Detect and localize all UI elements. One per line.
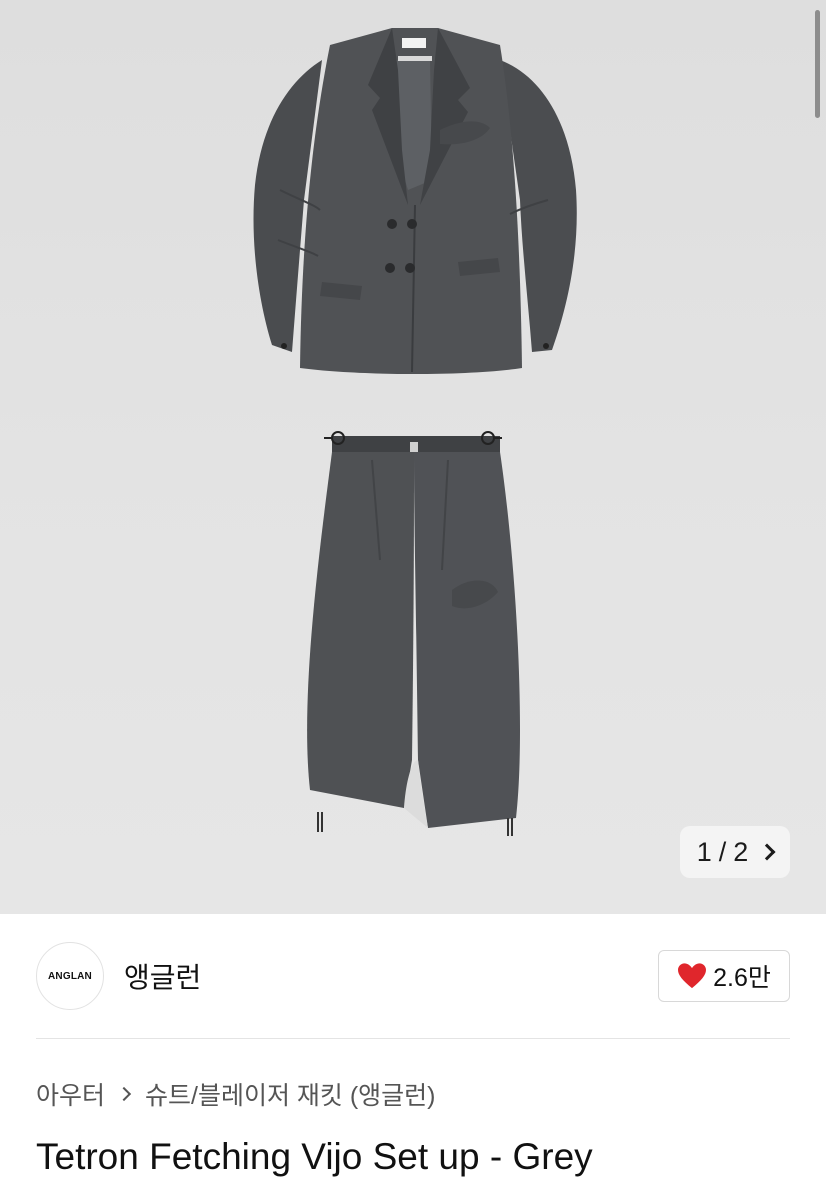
pager-separator: /: [718, 836, 728, 867]
product-title: Tetron Fetching Vijo Set up - Grey: [36, 1136, 593, 1177]
gallery-pager[interactable]: 1 / 2: [680, 826, 790, 878]
breadcrumb: 아우터 슈트/블레이저 재킷 (앵글런): [36, 1076, 436, 1112]
pager-total: 2: [733, 836, 750, 867]
brand-name[interactable]: 앵글런: [124, 956, 201, 996]
brand-logo[interactable]: ANGLAN: [36, 942, 104, 1010]
brand-row: ANGLAN 앵글런 2.6만: [0, 914, 826, 1038]
scrollbar[interactable]: [815, 10, 820, 118]
product-image[interactable]: 1 / 2: [0, 0, 826, 914]
product-photo-suit-set: [253, 28, 577, 836]
chevron-right-icon: [116, 1086, 132, 1102]
heart-icon: [678, 963, 707, 989]
pager-current: 1: [696, 836, 713, 867]
like-count: 2.6만: [713, 964, 771, 992]
trousers: [307, 431, 521, 836]
brand-logo-text: ANGLAN: [48, 970, 92, 982]
breadcrumb-subcategory[interactable]: 슈트/블레이저 재킷 (앵글런): [145, 1076, 436, 1112]
chevron-right-icon[interactable]: [758, 843, 776, 861]
like-button[interactable]: 2.6만: [658, 950, 790, 1002]
divider: [36, 1038, 790, 1039]
breadcrumb-category[interactable]: 아우터: [36, 1076, 105, 1112]
jacket: [253, 28, 577, 374]
